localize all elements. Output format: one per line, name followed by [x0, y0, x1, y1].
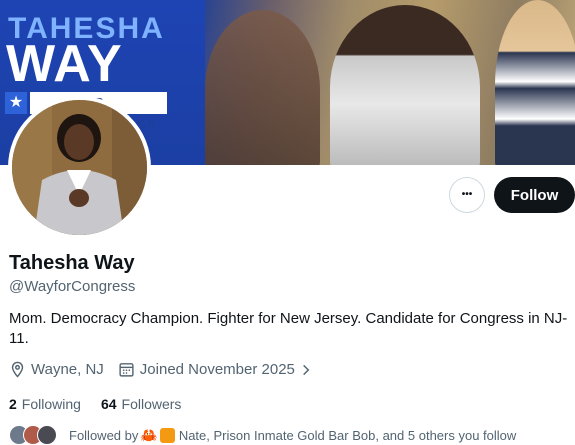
following-link[interactable]: 2 Following [9, 396, 81, 412]
star-icon: ★ [5, 92, 27, 114]
avatar-portrait [12, 100, 147, 235]
following-count: 2 [9, 396, 17, 412]
chevron-right-icon [303, 364, 310, 375]
location-item: Wayne, NJ [9, 361, 104, 378]
followed-by-names: Nate, Prison Inmate Gold Bar Bob, and 5 … [178, 427, 517, 443]
profile-avatar[interactable] [8, 96, 151, 239]
follow-button[interactable]: Follow [494, 177, 575, 213]
profile-bio: Mom. Democracy Champion. Fighter for New… [9, 310, 568, 347]
followers-label: Followers [121, 396, 182, 412]
orange-square-icon [159, 427, 175, 443]
banner-person-right [495, 0, 575, 165]
banner-person-center [330, 5, 480, 165]
joined-item[interactable]: Joined November 2025 [118, 361, 318, 378]
more-options-button[interactable]: ••• [449, 177, 485, 213]
followed-by-row[interactable]: Followed by 🦀 Nate, Prison Inmate Gold B… [9, 425, 516, 445]
followers-count: 64 [100, 396, 117, 412]
avatar [37, 425, 57, 445]
more-icon: ••• [461, 189, 473, 200]
follower-avatars [9, 425, 63, 445]
banner-person-left [205, 10, 320, 165]
follow-counts: 2 Following 64 Followers [9, 396, 201, 412]
banner-brand-line2: WAY [6, 35, 123, 93]
crab-icon: 🦀 [140, 426, 158, 443]
followers-link[interactable]: 64 Followers [101, 396, 181, 412]
following-label: Following [21, 396, 81, 412]
joined-text: Joined November 2025 [139, 361, 295, 378]
calendar-icon [119, 363, 134, 377]
location-pin-icon [11, 361, 24, 378]
user-handle: @WayforCongress [9, 278, 136, 295]
location-text: Wayne, NJ [31, 361, 104, 378]
display-name: Tahesha Way [9, 252, 135, 274]
followed-by-prefix: Followed by [69, 427, 139, 443]
profile-meta: Wayne, NJ Joined November 2025 [9, 361, 332, 378]
